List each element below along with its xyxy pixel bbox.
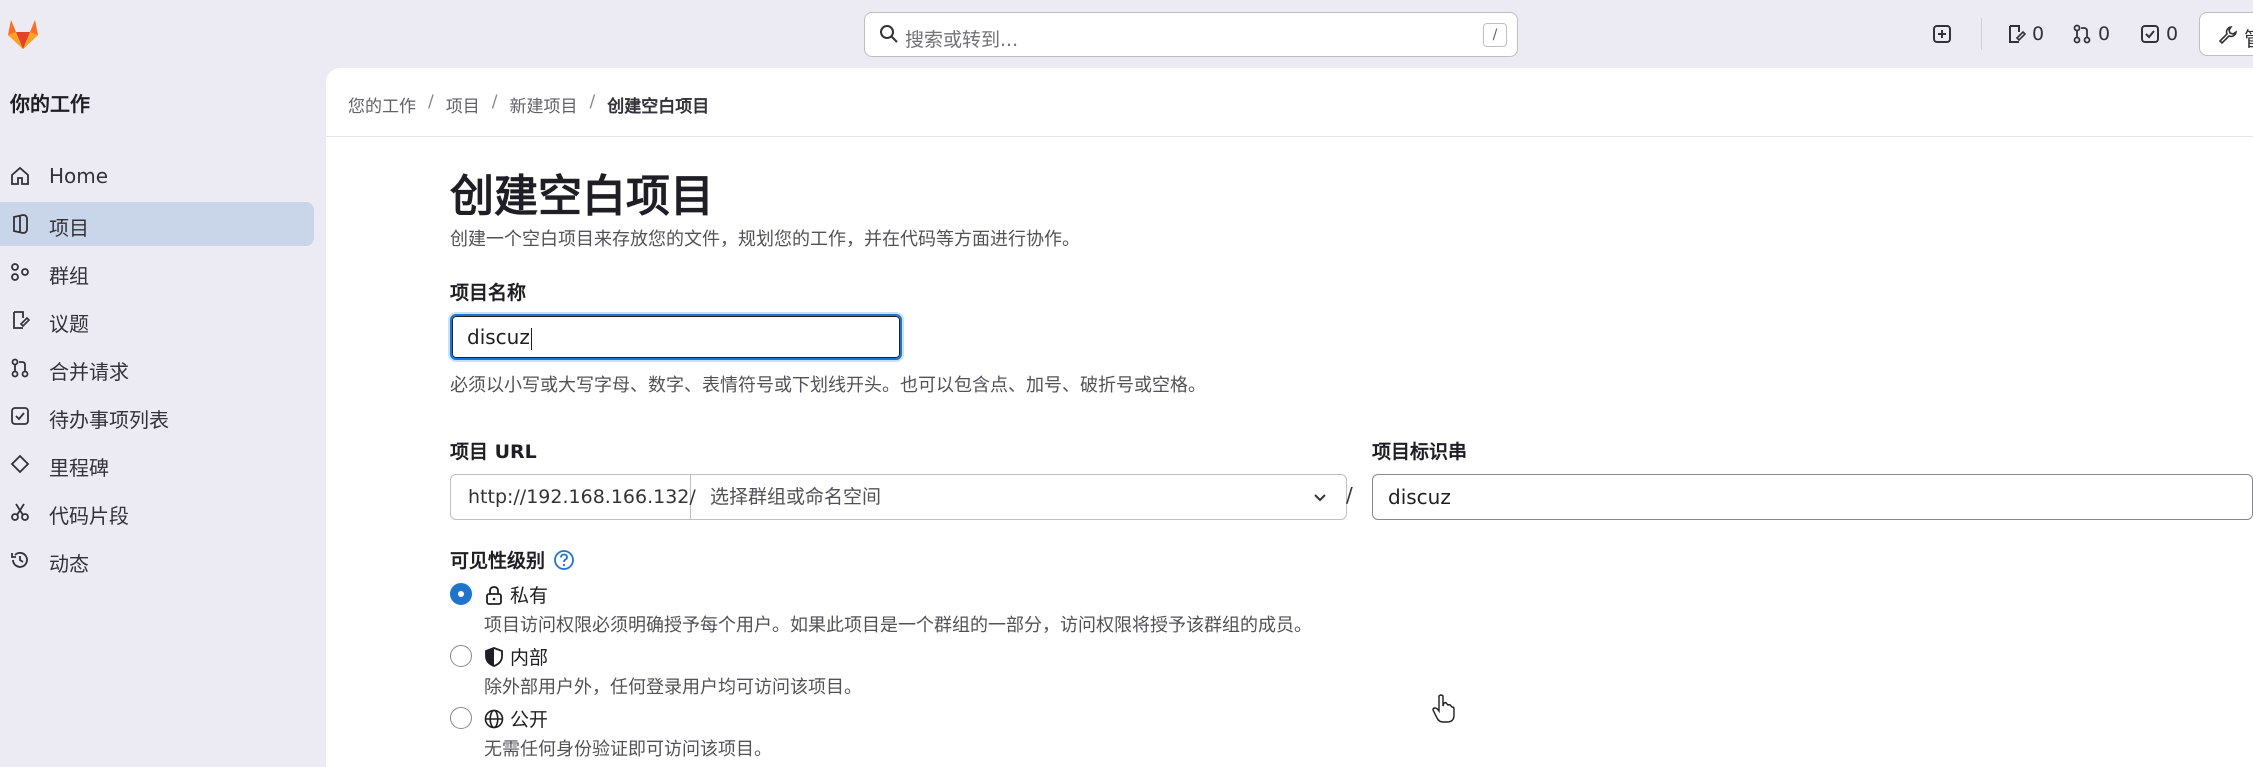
visibility-private-description: 项目访问权限必须明确授予每个用户。如果此项目是一个群组的一部分，访问权限将授予该… [484,615,1312,636]
breadcrumb-current[interactable]: 创建空白项目 [607,92,709,117]
top-bar: 搜索或转到... / 0 0 0 管 [0,0,2253,68]
visibility-public-description: 无需任何身份验证即可访问该项目。 [484,739,772,760]
search-icon [879,24,899,44]
merge-request-icon [10,358,30,378]
divider [326,136,2253,137]
sidebar-item-groups[interactable]: 群组 [0,250,314,294]
project-name-hint: 必须以小写或大写字母、数字、表情符号或下划线开头。也可以包含点、加号、破折号或空… [450,375,1206,396]
shield-icon [484,646,504,667]
issues-icon [2006,24,2026,44]
breadcrumb: 您的工作 / 项目 / 新建项目 / 创建空白项目 [348,92,709,117]
project-name-value: discuz [467,325,530,349]
breadcrumb-separator: / [589,92,596,112]
sidebar-item-issues[interactable]: 议题 [0,298,314,342]
milestone-icon [10,454,30,474]
sidebar-title: 你的工作 [10,92,90,116]
visibility-internal-radio[interactable] [450,645,472,667]
search-shortcut-key: / [1483,23,1507,47]
sidebar-item-home[interactable]: Home [0,154,314,198]
sidebar-item-label: 项目 [49,216,89,240]
project-slug-input[interactable]: discuz [1372,474,2253,520]
search-input[interactable]: 搜索或转到... / [864,12,1518,57]
visibility-private-label: 私有 [510,585,549,607]
assigned-issues-button[interactable]: 0 [2006,20,2044,48]
breadcrumb-your-work[interactable]: 您的工作 [348,92,416,117]
main-panel: 您的工作 / 项目 / 新建项目 / 创建空白项目 创建空白项目 创建一个空白项… [326,68,2253,767]
breadcrumb-separator: / [491,92,498,112]
activity-icon [10,550,30,570]
project-icon [10,214,30,234]
merge-request-icon [2072,24,2092,44]
namespace-placeholder: 选择群组或命名空间 [710,486,882,508]
page-description: 创建一个空白项目来存放您的文件，规划您的工作，并在代码等方面进行协作。 [450,229,1080,250]
mr-count: 0 [2098,23,2111,45]
create-new-button[interactable] [1932,20,1952,48]
visibility-public-label: 公开 [510,709,549,731]
todo-check-icon [2140,24,2160,44]
project-slug-label: 项目标识串 [1372,441,1468,463]
sidebar: 你的工作 Home 项目 群组 议题 合并请求 待办事项列表 里程碑 代码片段 … [0,68,326,767]
issues-count: 0 [2032,23,2045,45]
gitlab-logo-icon[interactable] [4,14,42,52]
visibility-public-radio[interactable] [450,707,472,729]
project-url-label: 项目 URL [450,441,537,463]
sidebar-item-label: 群组 [49,264,89,288]
sidebar-item-label: 合并请求 [49,360,129,384]
divider [1981,18,1982,50]
hand-pointer-cursor-icon [1432,694,1456,724]
issues-icon [10,310,30,330]
plus-square-icon [1932,24,1952,44]
merge-requests-button[interactable]: 0 [2072,20,2110,48]
globe-icon [484,709,504,729]
todos-button[interactable]: 0 [2140,20,2178,48]
breadcrumb-separator: / [428,92,434,112]
visibility-private-radio[interactable] [450,583,472,605]
lock-icon [484,585,504,605]
text-caret [530,327,532,350]
sidebar-item-label: 里程碑 [49,456,109,480]
sidebar-item-todos[interactable]: 待办事项列表 [0,394,314,438]
visibility-internal-label: 内部 [510,647,549,669]
sidebar-item-snippets[interactable]: 代码片段 [0,490,314,534]
admin-label: 管 [2244,23,2253,52]
help-question-icon[interactable] [553,549,575,571]
sidebar-item-label: 动态 [49,552,89,576]
visibility-label: 可见性级别 [450,550,546,572]
breadcrumb-new-project[interactable]: 新建项目 [509,92,577,117]
sidebar-item-milestones[interactable]: 里程碑 [0,442,314,486]
sidebar-item-label: 待办事项列表 [49,408,169,432]
sidebar-item-label: Home [49,164,109,188]
page-title: 创建空白项目 [450,171,714,222]
breadcrumb-projects[interactable]: 项目 [446,92,480,117]
visibility-header: 可见性级别 [450,546,575,573]
url-separator: / [1346,483,1353,507]
sidebar-item-label: 代码片段 [49,504,129,528]
group-icon [10,262,30,282]
project-url-group: http://192.168.166.132/ 选择群组或命名空间 [450,474,1347,520]
sidebar-item-activity[interactable]: 动态 [0,538,314,582]
sidebar-item-projects[interactable]: 项目 [0,202,314,246]
todo-icon [10,406,30,426]
sidebar-item-merge-requests[interactable]: 合并请求 [0,346,314,390]
wrench-icon [2218,25,2238,45]
sidebar-item-label: 议题 [49,312,89,336]
project-name-label: 项目名称 [450,282,527,304]
visibility-internal-description: 除外部用户外，任何登录用户均可访问该项目。 [484,677,862,698]
visibility-private-option[interactable]: 私有 [484,581,548,608]
admin-area-button[interactable]: 管 [2199,12,2253,56]
home-icon [10,166,30,186]
chevron-down-icon [1312,489,1328,505]
search-placeholder: 搜索或转到... [905,29,1019,51]
visibility-public-option[interactable]: 公开 [484,705,548,732]
namespace-select[interactable]: 选择群组或命名空间 [692,475,1346,519]
visibility-internal-option[interactable]: 内部 [484,643,548,670]
project-name-input[interactable]: discuz [450,314,902,360]
snippet-icon [10,502,30,522]
url-prefix: http://192.168.166.132/ [451,475,696,519]
todos-count: 0 [2166,23,2179,45]
